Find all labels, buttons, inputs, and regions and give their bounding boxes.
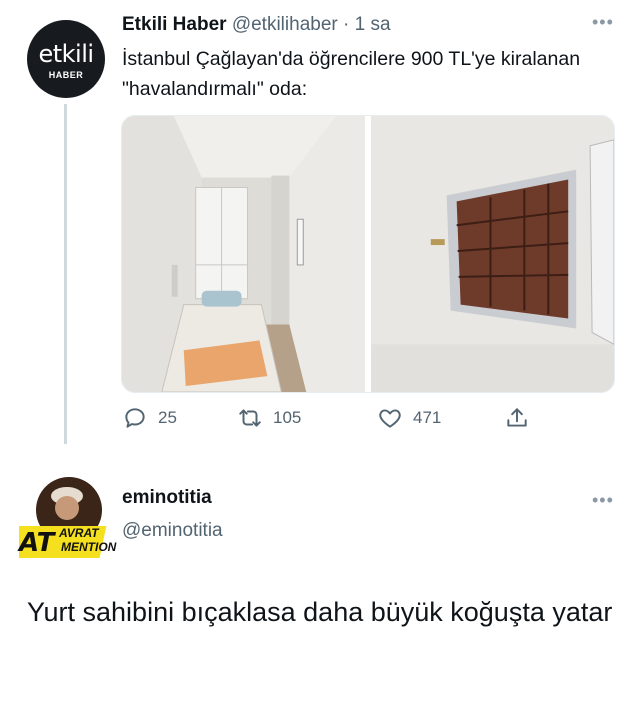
avatar-line2-text: MENTION bbox=[61, 540, 117, 554]
avatar-brand-text: etkili bbox=[38, 40, 94, 68]
share-button[interactable] bbox=[504, 405, 530, 431]
avatar-sub-text: HABER bbox=[48, 70, 84, 80]
reply-display-name[interactable]: eminotitia bbox=[122, 487, 212, 509]
reply-icon bbox=[122, 405, 148, 431]
like-button[interactable]: 471 bbox=[377, 405, 441, 431]
reply-more-options-icon[interactable]: ••• bbox=[592, 490, 614, 511]
display-name[interactable]: Etkili Haber bbox=[122, 14, 227, 35]
retweet-count: 105 bbox=[273, 408, 302, 427]
reply-user-handle[interactable]: @eminotitia bbox=[122, 520, 223, 542]
avatar-eminotitia[interactable]: AT AVRAT MENTION bbox=[19, 476, 119, 562]
retweet-icon bbox=[237, 405, 263, 431]
share-icon bbox=[504, 405, 530, 431]
tweet-header: Etkili Haber @etkilihaber · 1 sa bbox=[122, 14, 391, 36]
avatar-mark-text: AT bbox=[19, 528, 55, 558]
avatar-line1-text: AVRAT bbox=[59, 526, 99, 540]
reply-count: 25 bbox=[158, 408, 177, 427]
tweet-actions: 25 105 471 bbox=[122, 405, 542, 437]
heart-icon bbox=[377, 405, 403, 431]
like-count: 471 bbox=[413, 408, 442, 427]
avatar-etkilihaber[interactable]: etkili HABER bbox=[27, 20, 105, 98]
reply-button[interactable]: 25 bbox=[122, 405, 177, 431]
more-options-icon[interactable]: ••• bbox=[592, 12, 614, 33]
room-photo[interactable] bbox=[122, 116, 365, 392]
thread-line bbox=[64, 104, 67, 444]
tweet-media[interactable] bbox=[121, 115, 615, 393]
user-handle[interactable]: @etkilihaber bbox=[232, 14, 338, 35]
reply-text: Yurt sahibini bıçaklasa daha büyük koğuş… bbox=[27, 597, 613, 627]
tweet-time[interactable]: 1 sa bbox=[355, 14, 391, 35]
retweet-button[interactable]: 105 bbox=[237, 405, 301, 431]
window-photo[interactable] bbox=[371, 116, 614, 392]
tweet-text: İstanbul Çağlayan'da öğrencilere 900 TL'… bbox=[122, 48, 581, 100]
separator-dot: · bbox=[343, 14, 350, 35]
